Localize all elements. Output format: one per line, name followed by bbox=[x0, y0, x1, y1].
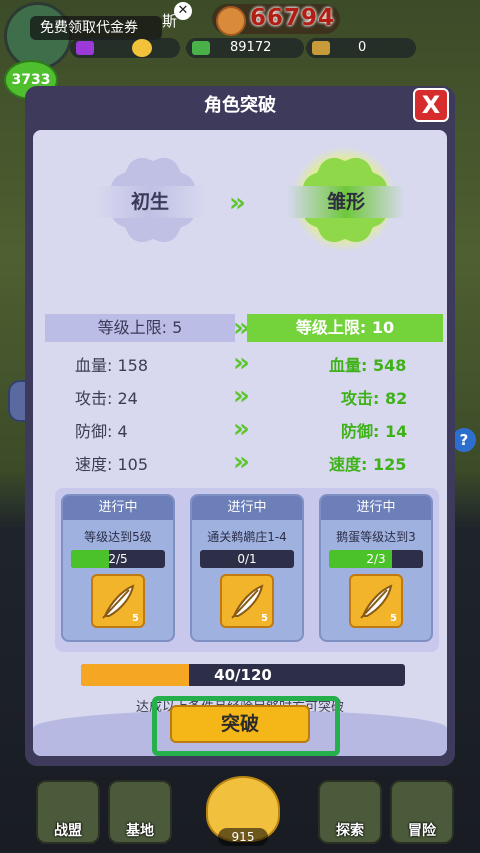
stat-spd-next: 速度: 125 bbox=[329, 455, 407, 474]
stat-arrow-icon: » bbox=[233, 348, 250, 378]
task-progress-bar: 2/5 bbox=[71, 550, 165, 568]
promo-banner[interactable]: 免费领取代金券 bbox=[30, 16, 162, 40]
stat-hp-next: 血量: 548 bbox=[329, 356, 407, 375]
reward-item[interactable]: 5 bbox=[349, 574, 403, 628]
egg-count: 915 bbox=[218, 828, 268, 846]
nav-base[interactable]: 基地 bbox=[108, 780, 172, 844]
task-status: 进行中 bbox=[321, 496, 431, 520]
rank-arrow-icon: » bbox=[229, 188, 246, 218]
gem-icon bbox=[76, 41, 94, 55]
reward-count: 5 bbox=[132, 613, 139, 624]
stat-def-next: 防御: 14 bbox=[341, 422, 408, 441]
task-description: 通关鹈鹕庄1-4 bbox=[207, 530, 287, 544]
help-icon[interactable]: ? bbox=[452, 428, 476, 452]
cash-value: 89172 bbox=[230, 40, 272, 55]
next-rank-label: 雏形 bbox=[287, 186, 405, 218]
task-progress-text: 0/1 bbox=[237, 552, 257, 566]
task-card: 进行中 鹅蛋等级达到3 2/3 5 bbox=[319, 494, 433, 642]
nav-adventure-label: 冒险 bbox=[408, 823, 436, 839]
coin-icon bbox=[216, 6, 246, 36]
coin-value: 66794 bbox=[250, 5, 336, 31]
task-description: 等级达到5级 bbox=[84, 530, 152, 544]
dialog-body: 初生 » 雏形 等级上限: 5 » 等级上限: 10 血量: 158 » 血量:… bbox=[33, 130, 447, 756]
dialog-title: 角色突破 bbox=[204, 95, 276, 116]
reward-item[interactable]: 5 bbox=[91, 574, 145, 628]
task-progress-text: 2/3 bbox=[366, 552, 386, 566]
reward-count: 5 bbox=[390, 613, 397, 624]
stat-spd-current: 速度: 105 bbox=[75, 455, 149, 474]
task-progress-text: 2/5 bbox=[108, 552, 128, 566]
task-description: 鹅蛋等级达到3 bbox=[336, 530, 416, 544]
reward-item[interactable]: 5 bbox=[220, 574, 274, 628]
stat-hp-current: 血量: 158 bbox=[75, 356, 149, 375]
player-name: 斯 bbox=[162, 12, 178, 30]
nav-alliance-label: 战盟 bbox=[54, 823, 82, 839]
nav-adventure[interactable]: 冒险 bbox=[390, 780, 454, 844]
task-progress-bar: 0/1 bbox=[200, 550, 294, 568]
ticket-icon bbox=[312, 41, 330, 55]
reward-count: 5 bbox=[261, 613, 268, 624]
close-button[interactable]: X bbox=[413, 88, 449, 122]
stat-atk-current: 攻击: 24 bbox=[75, 389, 138, 408]
stat-arrow-icon: » bbox=[233, 381, 250, 411]
task-progress-bar: 2/3 bbox=[329, 550, 423, 568]
nav-alliance[interactable]: 战盟 bbox=[36, 780, 100, 844]
nav-explore[interactable]: 探索 bbox=[318, 780, 382, 844]
breakthrough-dialog: 角色突破 X 初生 » 雏形 等级上限: 5 » 等级上限: 10 血量: 15… bbox=[25, 86, 455, 766]
stat-def-current: 防御: 4 bbox=[75, 422, 128, 441]
level-cap-current: 等级上限: 5 bbox=[45, 314, 235, 342]
current-rank-label: 初生 bbox=[95, 186, 205, 218]
cash-icon bbox=[192, 41, 210, 55]
task-card: 进行中 通关鹈鹕庄1-4 0/1 5 bbox=[190, 494, 304, 642]
task-panel: 进行中 等级达到5级 2/5 5 进行中 通关鹈鹕庄1-4 0/1 5 进行中 … bbox=[55, 488, 439, 652]
emoji-icon bbox=[132, 39, 152, 57]
exp-progress-text: 40/120 bbox=[214, 666, 272, 684]
task-card: 进行中 等级达到5级 2/5 5 bbox=[61, 494, 175, 642]
ticket-value: 0 bbox=[358, 40, 367, 55]
task-status: 进行中 bbox=[63, 496, 173, 520]
stat-arrow-icon: » bbox=[233, 447, 250, 477]
nav-explore-label: 探索 bbox=[336, 823, 364, 839]
exp-progress-bar: 40/120 bbox=[81, 664, 405, 686]
level-cap-next: 等级上限: 10 bbox=[247, 314, 443, 342]
task-status: 进行中 bbox=[192, 496, 302, 520]
stat-atk-next: 攻击: 82 bbox=[341, 389, 408, 408]
breakthrough-button[interactable]: 突破 bbox=[170, 705, 310, 743]
stat-arrow-icon: » bbox=[233, 414, 250, 444]
nav-base-label: 基地 bbox=[126, 823, 154, 839]
